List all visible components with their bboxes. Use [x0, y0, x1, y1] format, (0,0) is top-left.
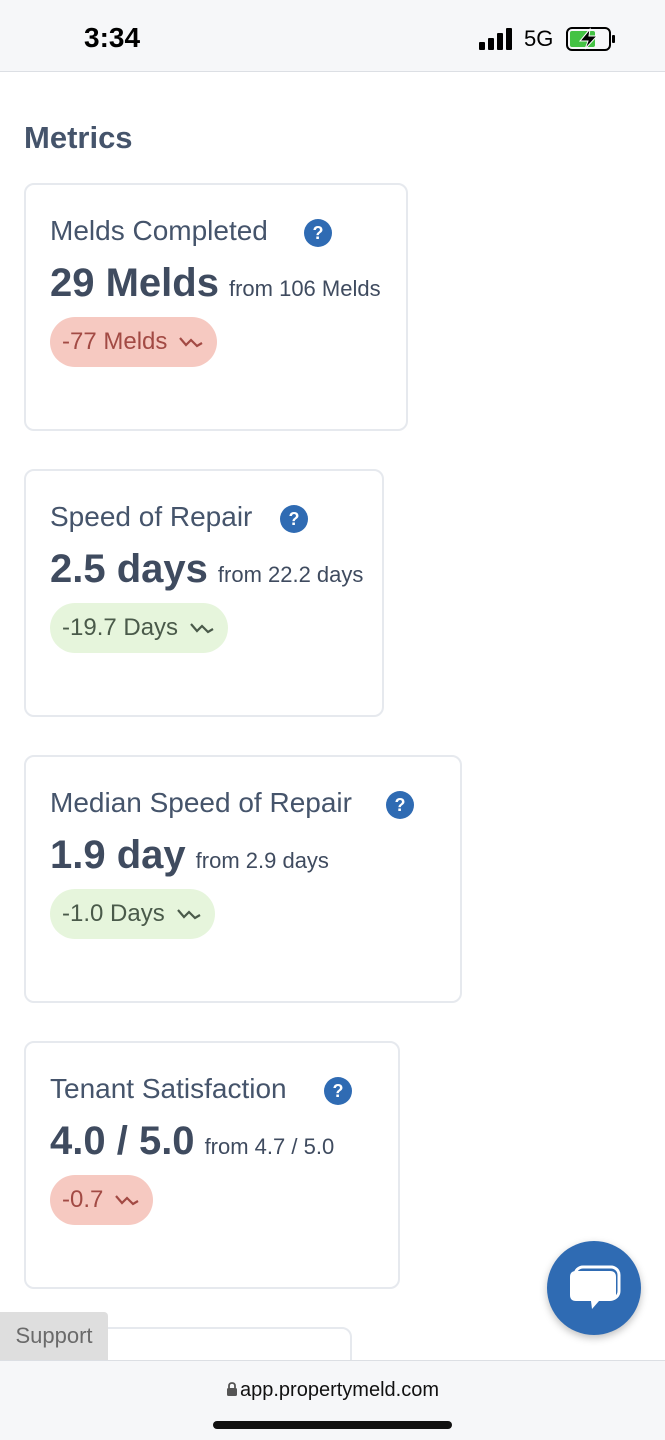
- metric-value-row: 29 Melds from 106 Melds: [50, 261, 381, 306]
- metric-title: Tenant Satisfaction: [50, 1073, 287, 1104]
- metric-value: 4.0 / 5.0: [50, 1119, 195, 1163]
- metric-value-row: 4.0 / 5.0 from 4.7 / 5.0: [50, 1119, 334, 1164]
- status-bar: 3:34 5G: [0, 0, 665, 72]
- metric-card-melds-completed: Melds Completed ? 29 Melds from 106 Melds…: [24, 183, 408, 431]
- help-icon[interactable]: ?: [386, 791, 414, 819]
- trend-down-icon: [176, 909, 201, 920]
- chat-icon: [570, 1265, 621, 1309]
- metric-delta-badge: -0.7: [50, 1175, 154, 1225]
- metric-delta: -19.7 Days: [62, 614, 179, 641]
- metric-card-median-speed-of-repair: Median Speed of Repair ? 1.9 day from 2.9…: [24, 755, 462, 1003]
- metric-title: Median Speed of Repair: [50, 787, 352, 818]
- metric-value-row: 1.9 day from 2.9 days: [50, 833, 329, 878]
- metric-card-tenant-satisfaction: Tenant Satisfaction ? 4.0 / 5.0 from 4.7 …: [24, 1041, 400, 1289]
- metric-from: from 4.7 / 5.0: [204, 1134, 335, 1159]
- trend-down-icon: [179, 337, 203, 348]
- help-icon[interactable]: ?: [304, 219, 332, 247]
- trend-down-icon: [115, 1195, 139, 1206]
- metric-delta-badge: -19.7 Days: [50, 603, 229, 653]
- metric-from: from 106 Melds: [228, 276, 381, 301]
- help-icon[interactable]: ?: [280, 505, 308, 533]
- metric-from: from 22.2 days: [217, 562, 364, 587]
- url-display[interactable]: app.propertymeld.com: [0, 1379, 665, 1402]
- home-indicator[interactable]: [213, 1421, 452, 1429]
- metric-value: 1.9 day: [50, 833, 186, 877]
- network-type: 5G: [524, 26, 554, 51]
- metric-title: Melds Completed: [50, 215, 268, 246]
- clock: 3:34: [84, 22, 141, 53]
- metric-delta: -0.7: [62, 1186, 104, 1213]
- metric-delta: -77 Melds: [62, 328, 168, 355]
- metric-value: 2.5 days: [50, 547, 208, 591]
- trend-down-icon: [190, 623, 214, 634]
- support-button[interactable]: Support: [0, 1312, 108, 1360]
- cellular-signal-icon: [479, 28, 513, 50]
- metric-card-speed-of-repair: Speed of Repair ? 2.5 days from 22.2 days…: [24, 469, 384, 717]
- browser-address-bar[interactable]: app.propertymeld.com: [0, 1360, 665, 1440]
- lock-icon: [227, 1382, 237, 1396]
- metric-delta: -1.0 Days: [62, 900, 165, 927]
- metric-value-row: 2.5 days from 22.2 days: [50, 547, 363, 592]
- help-icon[interactable]: ?: [324, 1077, 352, 1105]
- metric-title: Speed of Repair: [50, 501, 253, 532]
- page-title: Metrics: [24, 120, 133, 155]
- metric-from: from 2.9 days: [195, 848, 329, 873]
- chat-launcher-button[interactable]: [547, 1241, 641, 1335]
- metric-delta-badge: -77 Melds: [50, 317, 218, 367]
- url-text: app.propertymeld.com: [240, 1379, 439, 1401]
- metric-delta-badge: -1.0 Days: [50, 889, 215, 939]
- metric-value: 29 Melds: [50, 261, 219, 305]
- battery-charging-icon: [566, 27, 615, 51]
